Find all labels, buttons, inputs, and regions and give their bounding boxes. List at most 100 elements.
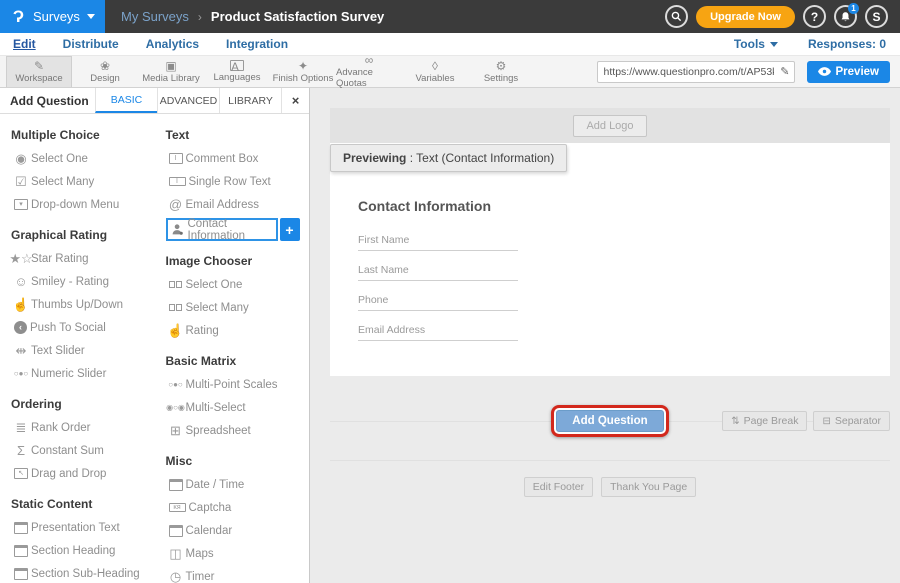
nav-right: Tools Responses: 0 — [734, 37, 900, 51]
thumbs-up-down-icon: ☝ — [11, 298, 31, 311]
toolbar-media-library[interactable]: ▣Media Library — [138, 56, 204, 87]
preview-field-first-name[interactable]: First Name — [358, 234, 518, 251]
panel-item-drag-and-drop[interactable]: ↖Drag and Drop — [11, 462, 155, 485]
section-header: Graphical Rating — [11, 228, 155, 242]
panel-item-label: Rating — [186, 325, 219, 337]
avatar-button[interactable]: S — [865, 5, 888, 28]
panel-item-select-one[interactable]: ◉Select One — [11, 147, 155, 170]
panel-item-label: Section Heading — [31, 545, 115, 557]
panel-item-image-rating[interactable]: ☝Rating — [166, 319, 310, 342]
panel-item-text-slider[interactable]: ⇹Text Slider — [11, 339, 155, 362]
panel-item-label: Single Row Text — [189, 176, 271, 188]
panel-item-image-select-many[interactable]: Select Many — [166, 296, 310, 319]
panel-item-push-to-social[interactable]: ‹Push To Social — [11, 316, 155, 339]
add-contact-information-button[interactable]: + — [280, 218, 300, 241]
tab-analytics[interactable]: Analytics — [146, 37, 199, 51]
notifications-button[interactable]: 1 — [834, 5, 857, 28]
toolbar-advance-quotas[interactable]: ∞Advance Quotas — [336, 56, 402, 87]
panel-item-constant-sum[interactable]: ΣConstant Sum — [11, 439, 155, 462]
preview-field-email-address[interactable]: Email Address — [358, 324, 518, 341]
panel-item-star-rating[interactable]: ★☆Star Rating — [11, 247, 155, 270]
panel-item-presentation-text[interactable]: Presentation Text — [11, 516, 155, 539]
tab-edit[interactable]: Edit — [13, 37, 36, 51]
panel-item-image-select-one[interactable]: Select One — [166, 273, 310, 296]
search-button[interactable] — [665, 5, 688, 28]
add-logo-button[interactable]: Add Logo — [573, 115, 646, 137]
panel-item-date-time[interactable]: Date / Time — [166, 473, 310, 496]
panel-item-calendar[interactable]: Calendar — [166, 519, 310, 542]
chevron-down-icon — [770, 42, 778, 47]
panel-item-section-heading[interactable]: Section Heading — [11, 539, 155, 562]
preview-button[interactable]: Preview — [807, 61, 890, 83]
nav-links: Edit Distribute Analytics Integration — [0, 37, 734, 51]
gear-icon: ⚙ — [496, 60, 507, 72]
tools-menu[interactable]: Tools — [734, 37, 778, 51]
panel-columns: Multiple Choice◉Select One☑Select Many▾D… — [0, 114, 309, 583]
preview-field-last-name[interactable]: Last Name — [358, 264, 518, 281]
calendar-icon — [169, 525, 183, 537]
help-button[interactable]: ? — [803, 5, 826, 28]
panel-item-label: Date / Time — [186, 479, 245, 491]
survey-url-input[interactable] — [597, 61, 795, 83]
toolbar-variables[interactable]: ◊Variables — [402, 56, 468, 87]
upgrade-now-button[interactable]: Upgrade Now — [696, 6, 795, 28]
toolbar-workspace[interactable]: ✎Workspace — [6, 56, 72, 87]
tab-library[interactable]: LIBRARY — [219, 88, 281, 113]
panel-item-numeric-slider[interactable]: ○●○Numeric Slider — [11, 362, 155, 385]
panel-item-comment-box[interactable]: IComment Box — [166, 147, 310, 170]
toolbar-settings[interactable]: ⚙Settings — [468, 56, 534, 87]
panel-item-rank-order[interactable]: ≣Rank Order — [11, 416, 155, 439]
product-switcher[interactable]: Ɂ Surveys — [0, 0, 105, 33]
app-root: Ɂ Surveys My Surveys › Product Satisfact… — [0, 0, 900, 583]
panel-item-maps[interactable]: ◫Maps — [166, 542, 310, 565]
toolbar-design[interactable]: ❀Design — [72, 56, 138, 87]
section-sub-heading-icon — [14, 568, 28, 580]
edit-footer-button[interactable]: Edit Footer — [524, 477, 593, 497]
panel-title: Add Question — [0, 88, 95, 113]
chevron-down-icon — [87, 14, 95, 19]
panel-item-timer[interactable]: ◷Timer — [166, 565, 310, 583]
panel-item-spreadsheet[interactable]: ⊞Spreadsheet — [166, 419, 310, 442]
add-question-button[interactable]: Add Question — [556, 410, 663, 432]
tab-basic[interactable]: BASIC — [95, 88, 157, 113]
tab-integration[interactable]: Integration — [226, 37, 288, 51]
panel-item-label: Maps — [186, 548, 214, 560]
toolbar-languages[interactable]: ALanguages — [204, 56, 270, 87]
panel-item-thumbs-up-down[interactable]: ☝Thumbs Up/Down — [11, 293, 155, 316]
responses-count[interactable]: Responses: 0 — [808, 37, 886, 51]
panel-item-single-row-text[interactable]: ISingle Row Text — [166, 170, 310, 193]
media-image-icon: ▣ — [165, 60, 176, 72]
panel-item-label: Star Rating — [31, 253, 89, 265]
section-heading-icon — [14, 545, 28, 557]
panel-item-captcha[interactable]: κяCaptcha — [166, 496, 310, 519]
panel-item-smiley-rating[interactable]: ☺Smiley - Rating — [11, 270, 155, 293]
date-time-icon — [169, 479, 183, 491]
magic-wand-icon: ✦ — [298, 60, 308, 72]
tab-advanced[interactable]: ADVANCED — [157, 88, 219, 113]
toolbar-tiles: ✎Workspace ❀Design ▣Media Library ALangu… — [0, 56, 534, 87]
panel-item-contact-information[interactable]: Contact Information — [166, 218, 278, 241]
thank-you-page-button[interactable]: Thank You Page — [601, 477, 696, 497]
preview-field-phone[interactable]: Phone — [358, 294, 518, 311]
close-icon[interactable]: × — [281, 88, 309, 113]
panel-item-email-address[interactable]: @Email Address — [166, 193, 310, 216]
panel-item-label: Numeric Slider — [31, 368, 106, 380]
page-break-button[interactable]: ⇅Page Break — [722, 411, 807, 431]
separator-icon: ⊟ — [822, 416, 830, 427]
captcha-icon: κя — [169, 503, 186, 512]
main-area: Add Logo Previewing : Text (Contact Info… — [310, 88, 900, 583]
section-header: Misc — [166, 454, 310, 468]
image-select-one-icon — [166, 281, 186, 288]
toolbar-finish-options[interactable]: ✦Finish Options — [270, 56, 336, 87]
panel-item-drop-down-menu[interactable]: ▾Drop-down Menu — [11, 193, 155, 216]
panel-item-multi-select[interactable]: ◉○◉Multi-Select — [166, 396, 310, 419]
panel-item-multi-point-scales[interactable]: ○●○Multi-Point Scales — [166, 373, 310, 396]
separator-button[interactable]: ⊟Separator — [813, 411, 890, 431]
panel-item-select-many[interactable]: ☑Select Many — [11, 170, 155, 193]
panel-item-label: Select One — [186, 279, 243, 291]
breadcrumb-my-surveys[interactable]: My Surveys — [121, 9, 189, 24]
tab-distribute[interactable]: Distribute — [63, 37, 119, 51]
preview-question-heading: Contact Information — [358, 198, 890, 214]
panel-item-section-sub-heading[interactable]: Section Sub-Heading — [11, 562, 155, 583]
drag-and-drop-icon: ↖ — [14, 468, 28, 479]
